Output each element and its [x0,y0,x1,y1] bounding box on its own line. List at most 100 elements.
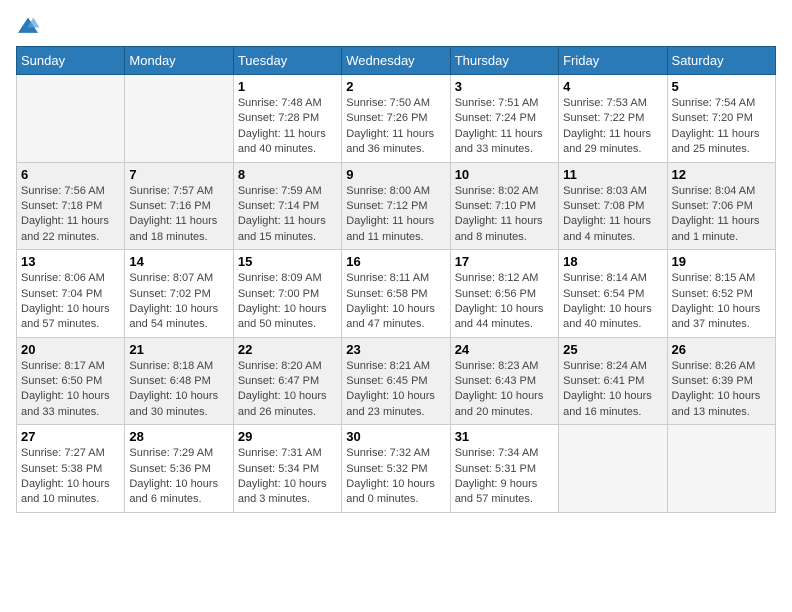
calendar-week-row: 27Sunrise: 7:27 AM Sunset: 5:38 PM Dayli… [17,425,776,513]
calendar-cell: 3 Sunrise: 7:51 AM Sunset: 7:24 PM Daylig… [450,75,558,163]
calendar-cell [17,75,125,163]
day-info: Sunrise: 8:17 AM Sunset: 6:50 PM Dayligh… [21,359,120,421]
calendar-cell: 18Sunrise: 8:14 AM Sunset: 6:54 PM Dayli… [559,250,667,338]
calendar-table: SundayMondayTuesdayWednesdayThursdayFrid… [16,46,776,513]
calendar-cell: 22 Sunrise: 8:20 AM Sunset: 6:47 PM Dayli… [233,337,341,425]
day-number: 30 [346,429,445,444]
day-info: Sunrise: 8:20 AM Sunset: 6:47 PM Dayligh… [238,359,337,421]
calendar-cell: 28 Sunrise: 7:29 AM Sunset: 5:36 PM Dayli… [125,425,233,513]
logo [16,16,44,36]
weekday-header-monday: Monday [125,47,233,75]
calendar-week-row: 1Sunrise: 7:48 AM Sunset: 7:28 PM Daylig… [17,75,776,163]
day-number: 27 [21,429,120,444]
day-number: 23 [346,342,445,357]
day-number: 9 [346,167,445,182]
day-info: Sunrise: 8:21 AM Sunset: 6:45 PM Dayligh… [346,359,445,421]
day-number: 28 [129,429,228,444]
weekday-header-row: SundayMondayTuesdayWednesdayThursdayFrid… [17,47,776,75]
day-info: Sunrise: 7:34 AM Sunset: 5:31 PM Dayligh… [455,446,554,508]
day-info: Sunrise: 8:12 AM Sunset: 6:56 PM Dayligh… [455,271,554,333]
day-number: 12 [672,167,771,182]
day-number: 14 [129,254,228,269]
day-info: Sunrise: 7:56 AM Sunset: 7:18 PM Dayligh… [21,184,120,246]
calendar-cell: 17 Sunrise: 8:12 AM Sunset: 6:56 PM Dayli… [450,250,558,338]
weekday-header-wednesday: Wednesday [342,47,450,75]
day-info: Sunrise: 8:07 AM Sunset: 7:02 PM Dayligh… [129,271,228,333]
day-number: 22 [238,342,337,357]
day-info: Sunrise: 7:53 AM Sunset: 7:22 PM Dayligh… [563,96,662,158]
day-number: 19 [672,254,771,269]
page-header [16,16,776,36]
calendar-cell: 6Sunrise: 7:56 AM Sunset: 7:18 PM Daylig… [17,162,125,250]
calendar-cell: 29 Sunrise: 7:31 AM Sunset: 5:34 PM Dayli… [233,425,341,513]
day-number: 7 [129,167,228,182]
calendar-cell [125,75,233,163]
day-number: 26 [672,342,771,357]
calendar-cell: 19 Sunrise: 8:15 AM Sunset: 6:52 PM Dayli… [667,250,775,338]
weekday-header-thursday: Thursday [450,47,558,75]
day-number: 10 [455,167,554,182]
day-info: Sunrise: 8:09 AM Sunset: 7:00 PM Dayligh… [238,271,337,333]
calendar-cell: 10 Sunrise: 8:02 AM Sunset: 7:10 PM Dayli… [450,162,558,250]
day-number: 29 [238,429,337,444]
day-info: Sunrise: 7:54 AM Sunset: 7:20 PM Dayligh… [672,96,771,158]
calendar-cell: 7 Sunrise: 7:57 AM Sunset: 7:16 PM Daylig… [125,162,233,250]
calendar-cell [667,425,775,513]
calendar-cell: 27Sunrise: 7:27 AM Sunset: 5:38 PM Dayli… [17,425,125,513]
calendar-cell: 11Sunrise: 8:03 AM Sunset: 7:08 PM Dayli… [559,162,667,250]
day-info: Sunrise: 7:57 AM Sunset: 7:16 PM Dayligh… [129,184,228,246]
day-number: 17 [455,254,554,269]
day-number: 4 [563,79,662,94]
day-number: 31 [455,429,554,444]
day-info: Sunrise: 8:26 AM Sunset: 6:39 PM Dayligh… [672,359,771,421]
day-info: Sunrise: 8:06 AM Sunset: 7:04 PM Dayligh… [21,271,120,333]
day-number: 21 [129,342,228,357]
calendar-cell: 24 Sunrise: 8:23 AM Sunset: 6:43 PM Dayli… [450,337,558,425]
weekday-header-friday: Friday [559,47,667,75]
day-number: 24 [455,342,554,357]
calendar-cell: 21 Sunrise: 8:18 AM Sunset: 6:48 PM Dayli… [125,337,233,425]
day-info: Sunrise: 8:04 AM Sunset: 7:06 PM Dayligh… [672,184,771,246]
day-info: Sunrise: 7:29 AM Sunset: 5:36 PM Dayligh… [129,446,228,508]
day-info: Sunrise: 7:31 AM Sunset: 5:34 PM Dayligh… [238,446,337,508]
day-info: Sunrise: 8:18 AM Sunset: 6:48 PM Dayligh… [129,359,228,421]
calendar-cell: 1Sunrise: 7:48 AM Sunset: 7:28 PM Daylig… [233,75,341,163]
day-info: Sunrise: 8:23 AM Sunset: 6:43 PM Dayligh… [455,359,554,421]
calendar-cell: 2Sunrise: 7:50 AM Sunset: 7:26 PM Daylig… [342,75,450,163]
weekday-header-sunday: Sunday [17,47,125,75]
calendar-cell: 30Sunrise: 7:32 AM Sunset: 5:32 PM Dayli… [342,425,450,513]
day-number: 13 [21,254,120,269]
weekday-header-saturday: Saturday [667,47,775,75]
weekday-header-tuesday: Tuesday [233,47,341,75]
day-number: 3 [455,79,554,94]
day-info: Sunrise: 8:02 AM Sunset: 7:10 PM Dayligh… [455,184,554,246]
day-info: Sunrise: 8:03 AM Sunset: 7:08 PM Dayligh… [563,184,662,246]
day-number: 2 [346,79,445,94]
day-number: 20 [21,342,120,357]
calendar-cell: 23 Sunrise: 8:21 AM Sunset: 6:45 PM Dayli… [342,337,450,425]
calendar-week-row: 6Sunrise: 7:56 AM Sunset: 7:18 PM Daylig… [17,162,776,250]
day-number: 18 [563,254,662,269]
day-number: 15 [238,254,337,269]
calendar-week-row: 20 Sunrise: 8:17 AM Sunset: 6:50 PM Dayli… [17,337,776,425]
day-number: 16 [346,254,445,269]
calendar-cell: 26 Sunrise: 8:26 AM Sunset: 6:39 PM Dayli… [667,337,775,425]
day-info: Sunrise: 7:51 AM Sunset: 7:24 PM Dayligh… [455,96,554,158]
day-number: 1 [238,79,337,94]
calendar-cell: 4 Sunrise: 7:53 AM Sunset: 7:22 PM Daylig… [559,75,667,163]
day-info: Sunrise: 7:59 AM Sunset: 7:14 PM Dayligh… [238,184,337,246]
calendar-cell: 13 Sunrise: 8:06 AM Sunset: 7:04 PM Dayli… [17,250,125,338]
calendar-cell: 31 Sunrise: 7:34 AM Sunset: 5:31 PM Dayli… [450,425,558,513]
day-info: Sunrise: 8:00 AM Sunset: 7:12 PM Dayligh… [346,184,445,246]
calendar-cell: 9 Sunrise: 8:00 AM Sunset: 7:12 PM Daylig… [342,162,450,250]
calendar-week-row: 13 Sunrise: 8:06 AM Sunset: 7:04 PM Dayli… [17,250,776,338]
calendar-cell: 14 Sunrise: 8:07 AM Sunset: 7:02 PM Dayli… [125,250,233,338]
day-info: Sunrise: 8:24 AM Sunset: 6:41 PM Dayligh… [563,359,662,421]
calendar-cell: 8Sunrise: 7:59 AM Sunset: 7:14 PM Daylig… [233,162,341,250]
calendar-cell: 20 Sunrise: 8:17 AM Sunset: 6:50 PM Dayli… [17,337,125,425]
day-info: Sunrise: 8:15 AM Sunset: 6:52 PM Dayligh… [672,271,771,333]
day-number: 25 [563,342,662,357]
calendar-cell [559,425,667,513]
calendar-cell: 16Sunrise: 8:11 AM Sunset: 6:58 PM Dayli… [342,250,450,338]
day-number: 5 [672,79,771,94]
